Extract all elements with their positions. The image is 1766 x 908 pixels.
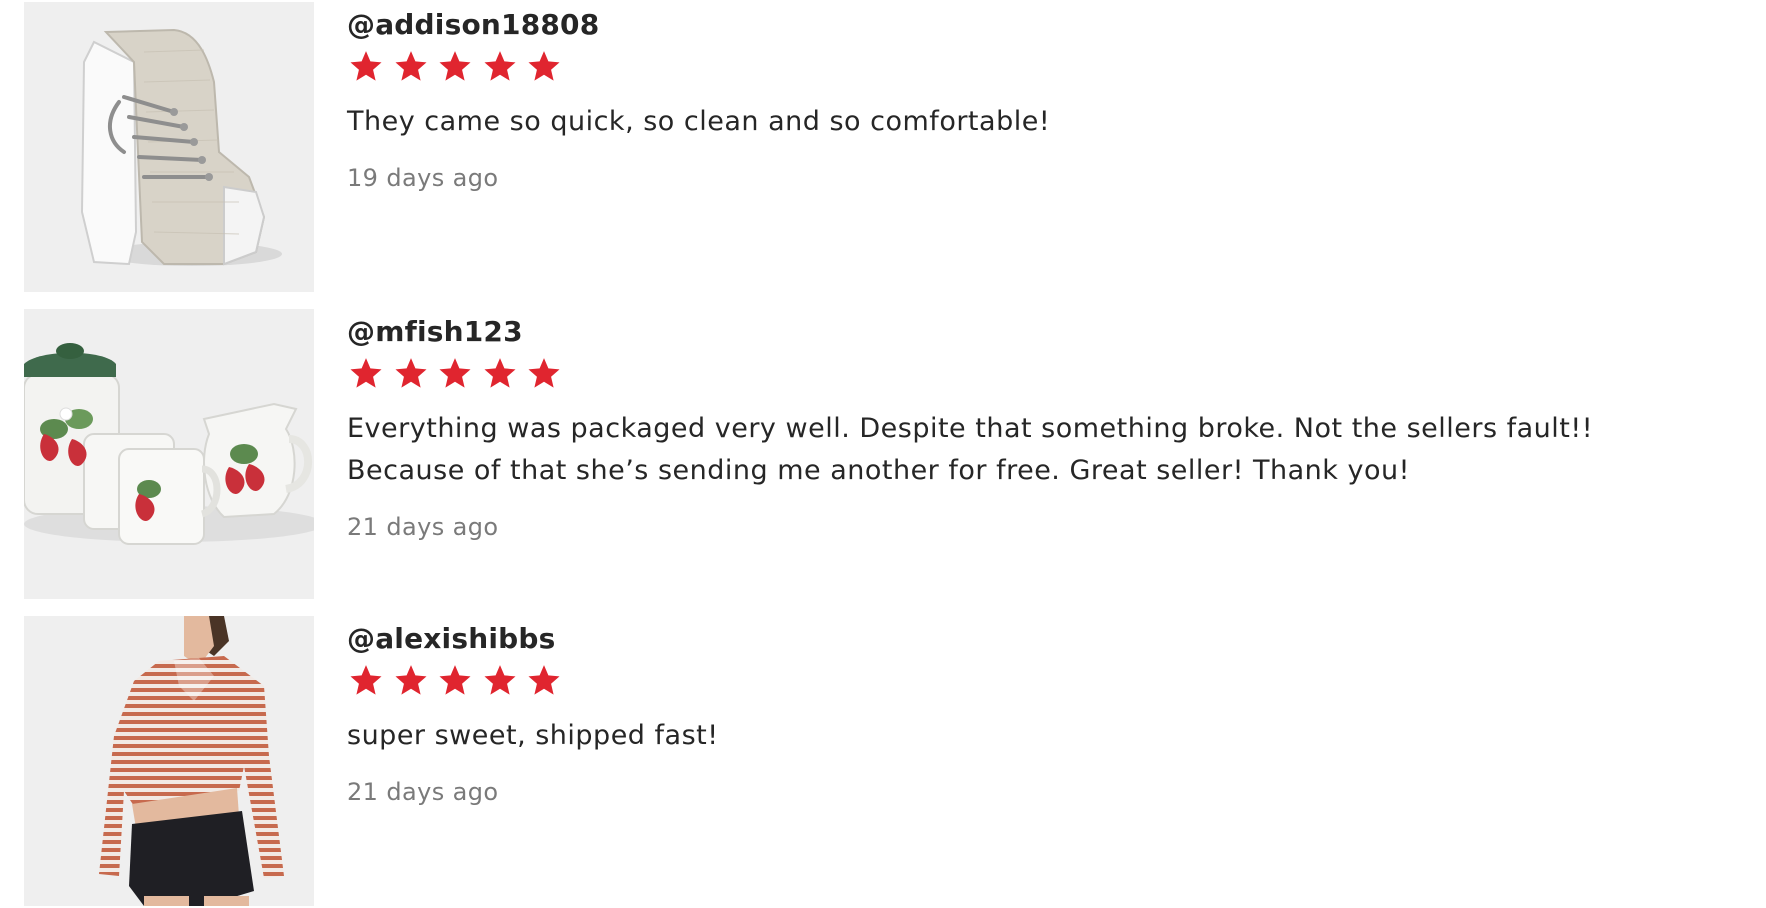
reviewer-username[interactable]: @alexishibbs <box>347 621 556 657</box>
star-rating <box>349 49 572 83</box>
review-text-line: Everything was packaged very well. Despi… <box>347 413 1594 444</box>
review-item: @mfish123 Everything was packaged very w… <box>24 309 1744 599</box>
review-text: Everything was packaged very well. Despi… <box>347 408 1747 492</box>
review-item-thumbnail[interactable] <box>24 309 314 599</box>
reviewer-username[interactable]: @mfish123 <box>347 314 523 350</box>
reviews-list: @addison18808 They came so quick, so cle… <box>0 0 1766 908</box>
star-rating <box>349 663 572 697</box>
review-date: 21 days ago <box>347 513 499 541</box>
star-icon <box>483 49 517 83</box>
review-item: @addison18808 They came so quick, so cle… <box>24 2 1744 292</box>
star-icon <box>438 49 472 83</box>
review-item-thumbnail[interactable] <box>24 2 314 292</box>
review-text-line: They came so quick, so clean and so comf… <box>347 106 1051 137</box>
star-icon <box>483 663 517 697</box>
review-text: super sweet, shipped fast! <box>347 715 1747 757</box>
star-icon <box>438 356 472 390</box>
review-item: @alexishibbs super sweet, shipped fast! … <box>24 616 1744 906</box>
star-icon <box>527 663 561 697</box>
review-text-line: super sweet, shipped fast! <box>347 720 719 751</box>
star-icon <box>527 49 561 83</box>
review-date: 19 days ago <box>347 164 499 192</box>
star-icon <box>438 663 472 697</box>
strawberry-ceramics-photo-icon <box>24 309 314 599</box>
sneaker-photo-icon <box>24 2 314 292</box>
star-icon <box>394 663 428 697</box>
star-icon <box>349 356 383 390</box>
review-text: They came so quick, so clean and so comf… <box>347 101 1747 143</box>
review-text-line: Because of that she’s sending me another… <box>347 455 1410 486</box>
star-icon <box>394 356 428 390</box>
striped-top-photo-icon <box>24 616 314 906</box>
star-icon <box>483 356 517 390</box>
star-icon <box>394 49 428 83</box>
star-icon <box>349 663 383 697</box>
star-icon <box>349 49 383 83</box>
review-item-thumbnail[interactable] <box>24 616 314 906</box>
star-icon <box>527 356 561 390</box>
reviewer-username[interactable]: @addison18808 <box>347 7 599 43</box>
star-rating <box>349 356 572 390</box>
review-date: 21 days ago <box>347 778 499 806</box>
